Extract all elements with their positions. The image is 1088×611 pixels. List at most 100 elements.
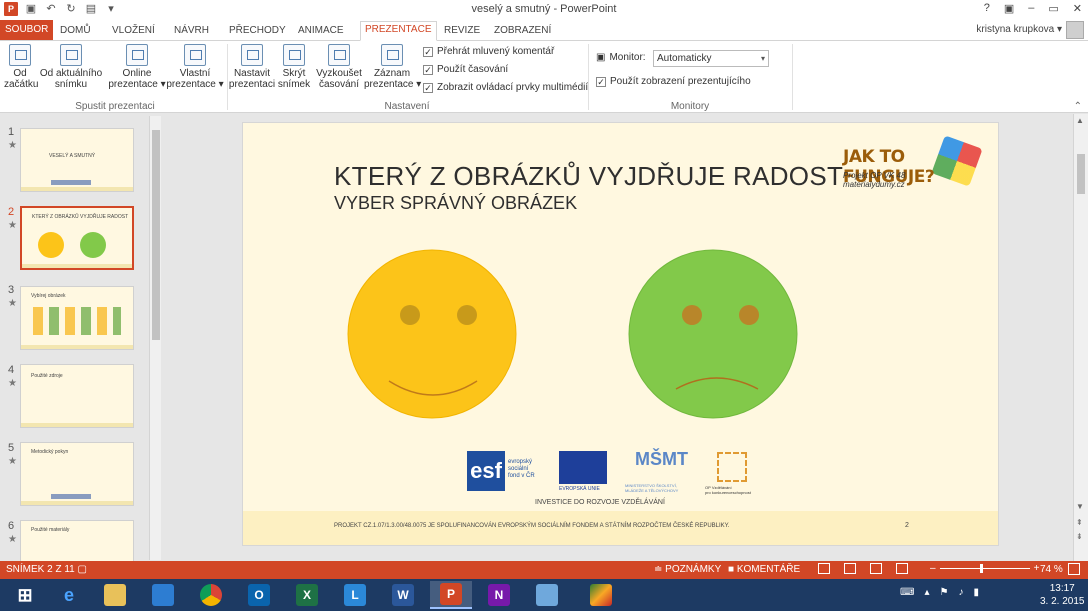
rehearse-timings-button[interactable]: Vyzkoušet časování bbox=[314, 44, 364, 90]
ie-icon: e bbox=[63, 585, 74, 605]
narration-checkbox[interactable]: ✓ Přehrát mluvený komentář bbox=[423, 46, 554, 57]
setup-slideshow-button[interactable]: Nastavit prezentaci bbox=[228, 44, 276, 90]
sad-face-green[interactable] bbox=[628, 249, 798, 419]
thumb-pictures bbox=[33, 307, 121, 335]
minimize-icon[interactable]: – bbox=[1028, 2, 1034, 15]
slide-footer[interactable]: PROJEKT CZ.1.07/1.3.00/48.0075 JE SPOLUF… bbox=[334, 523, 730, 529]
zoom-level[interactable]: 74 % bbox=[1040, 564, 1063, 575]
windows-logo-icon: ⊞ bbox=[17, 585, 33, 605]
slide-thumbnail[interactable]: Vybírej obrázek bbox=[20, 286, 134, 350]
monitor-select[interactable]: Automaticky ▾ bbox=[653, 50, 769, 67]
zoom-knob[interactable] bbox=[979, 564, 983, 573]
scroll-thumb[interactable] bbox=[152, 130, 160, 340]
zoom-slider[interactable]: – + bbox=[930, 563, 1039, 574]
taskbar-image[interactable] bbox=[580, 581, 622, 609]
msmt-text: MINISTERSTVO ŠKOLSTVÍ, MLÁDEŽE A TĚLOVÝC… bbox=[625, 483, 679, 493]
reading-view-icon[interactable] bbox=[870, 563, 882, 574]
outlook-icon: O bbox=[248, 584, 270, 606]
ribbon-display-icon[interactable]: ▣ bbox=[1004, 2, 1014, 15]
tab-file[interactable]: SOUBOR bbox=[0, 20, 54, 40]
taskbar-ie[interactable]: e bbox=[48, 581, 90, 609]
tab-transitions[interactable]: PŘECHODY bbox=[225, 23, 290, 41]
close-icon[interactable]: ✕ bbox=[1073, 2, 1082, 15]
slide-number[interactable]: 2 bbox=[905, 522, 909, 529]
from-beginning-button[interactable]: Od začátku bbox=[4, 44, 38, 90]
slideshow-start-icon bbox=[9, 44, 31, 66]
scroll-down-icon[interactable]: ▼ bbox=[1076, 502, 1084, 511]
scroll-thumb[interactable] bbox=[1077, 154, 1085, 194]
tab-home[interactable]: DOMŮ bbox=[56, 23, 95, 41]
taskbar-outlook[interactable]: O bbox=[238, 581, 280, 609]
happy-face-yellow[interactable] bbox=[347, 249, 517, 419]
slide-thumbnail-selected[interactable]: KTERÝ Z OBRÁZKŮ VYJDŘUJE RADOST bbox=[20, 206, 134, 270]
zoom-in-icon[interactable]: + bbox=[1034, 563, 1040, 574]
hide-slide-button[interactable]: Skrýt snímek bbox=[276, 44, 312, 90]
restore-icon[interactable]: ▭ bbox=[1048, 2, 1058, 15]
zoom-track[interactable] bbox=[939, 564, 1030, 573]
tab-review[interactable]: REVIZE bbox=[440, 23, 484, 41]
tab-slideshow[interactable]: PREZENTACE bbox=[360, 21, 437, 41]
record-slideshow-button[interactable]: Záznam prezentace ▾ bbox=[364, 44, 421, 90]
help-icon[interactable]: ? bbox=[984, 2, 990, 15]
next-slide-icon[interactable]: ⇟ bbox=[1076, 532, 1083, 541]
chrome-icon bbox=[200, 584, 222, 606]
taskbar-explorer[interactable] bbox=[94, 581, 136, 609]
jak-to-funguje-logo[interactable]: JAK TO FUNGUJE? Projekt OP VK 48 material… bbox=[843, 135, 993, 197]
slide-thumbnail[interactable]: Metodický pokyn bbox=[20, 442, 134, 506]
custom-show-button[interactable]: Vlastní prezentace ▾ bbox=[166, 44, 224, 90]
presenter-view-checkbox[interactable]: ✓ Použít zobrazení prezentujícího bbox=[596, 76, 751, 87]
from-current-slide-button[interactable]: Od aktuálního snímku bbox=[38, 44, 104, 90]
slide-thumbnail[interactable]: Použité materiály bbox=[20, 520, 134, 561]
slideshow-view-icon[interactable] bbox=[896, 563, 908, 574]
slide-subtitle[interactable]: VYBER SPRÁVNÝ OBRÁZEK bbox=[334, 193, 577, 214]
tab-insert[interactable]: VLOŽENÍ bbox=[108, 23, 159, 41]
scroll-up-icon[interactable]: ▲ bbox=[1076, 116, 1084, 125]
media-controls-checkbox[interactable]: ✓ Zobrazit ovládací prvky multimédií bbox=[423, 82, 588, 93]
volume-icon[interactable]: ♪ bbox=[958, 587, 963, 598]
system-tray: ⌨ ▴ ⚑ ♪ ▮ bbox=[900, 587, 979, 598]
network-error-icon[interactable]: ⚑ bbox=[939, 587, 948, 598]
tab-animations[interactable]: ANIMACE bbox=[294, 23, 348, 41]
slide-sorter-icon[interactable] bbox=[844, 563, 856, 574]
taskbar-onenote[interactable]: N bbox=[478, 581, 520, 609]
slideshow-current-icon bbox=[60, 44, 82, 66]
normal-view-icon[interactable] bbox=[818, 563, 830, 574]
user-name[interactable]: kristyna krupkova ▾ bbox=[976, 24, 1062, 35]
msmt-logo: MŠMT bbox=[635, 449, 688, 469]
tab-design[interactable]: NÁVRH bbox=[170, 23, 213, 41]
taskbar-word[interactable]: W bbox=[382, 581, 424, 609]
previous-slide-icon[interactable]: ⇞ bbox=[1076, 518, 1083, 527]
online-presentation-button[interactable]: Online prezentace ▾ bbox=[108, 44, 166, 90]
taskbar-lync[interactable]: L bbox=[334, 581, 376, 609]
taskbar-chrome[interactable] bbox=[190, 581, 232, 609]
clock[interactable]: 13:17 3. 2. 2015 bbox=[1040, 582, 1084, 608]
thumbnail-scrollbar[interactable] bbox=[149, 116, 161, 560]
tray-expand-icon[interactable]: ▴ bbox=[924, 587, 929, 598]
thumb-logos bbox=[51, 494, 91, 499]
start-button[interactable]: ⊞ bbox=[4, 581, 46, 609]
notes-button[interactable]: ≐ POZNÁMKY bbox=[654, 564, 721, 575]
slide-title[interactable]: KTERÝ Z OBRÁZKŮ VYJDŘUJE RADOST bbox=[334, 161, 843, 192]
collapse-ribbon-icon[interactable]: ⌃ bbox=[1074, 101, 1082, 112]
taskbar-desktop[interactable] bbox=[142, 581, 184, 609]
avatar[interactable] bbox=[1066, 21, 1084, 39]
slide-thumbnail[interactable]: VESELÝ A SMUTNÝ bbox=[20, 128, 134, 192]
spellcheck-icon[interactable]: ▢ bbox=[78, 564, 87, 575]
online-present-icon bbox=[126, 44, 148, 66]
window-controls: ? ▣ – ▭ ✕ bbox=[984, 2, 1082, 15]
fit-to-window-icon[interactable] bbox=[1068, 563, 1080, 575]
tab-view[interactable]: ZOBRAZENÍ bbox=[490, 23, 555, 41]
zoom-out-icon[interactable]: – bbox=[930, 563, 936, 574]
slide-thumbnail[interactable]: Použité zdroje bbox=[20, 364, 134, 428]
taskbar-powerpoint[interactable]: P bbox=[430, 581, 472, 609]
comments-button[interactable]: ■ KOMENTÁŘE bbox=[728, 564, 800, 575]
taskbar-excel[interactable]: X bbox=[286, 581, 328, 609]
taskbar-paint[interactable] bbox=[526, 581, 568, 609]
thumb-green-face bbox=[80, 232, 106, 258]
slide-scrollbar[interactable]: ▲ ▼ ⇞ ⇟ bbox=[1073, 114, 1088, 561]
timings-checkbox[interactable]: ✓ Použít časování bbox=[423, 64, 508, 75]
record-icon bbox=[381, 44, 403, 66]
slide-canvas[interactable]: KTERÝ Z OBRÁZKŮ VYJDŘUJE RADOST VYBER SP… bbox=[242, 122, 999, 546]
signal-icon[interactable]: ▮ bbox=[973, 587, 979, 598]
keyboard-icon[interactable]: ⌨ bbox=[900, 587, 914, 598]
